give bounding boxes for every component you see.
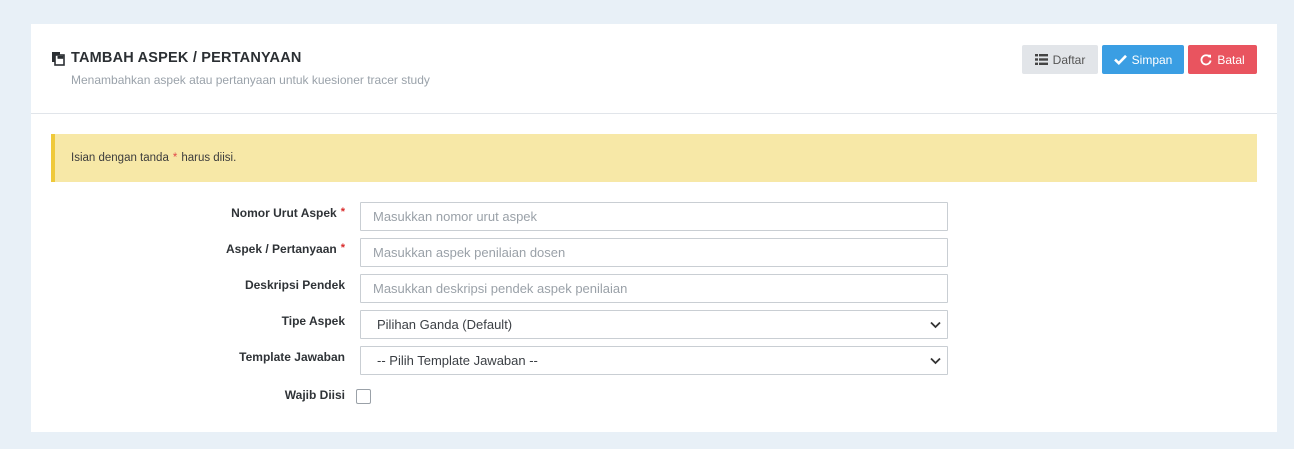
form-row-tipe: Tipe Aspek Pilihan Ganda (Default) [31, 310, 1277, 339]
title-row: TAMBAH ASPEK / PERTANYAAN [51, 50, 302, 66]
check-icon [1113, 54, 1127, 65]
nomor-urut-label-text: Nomor Urut Aspek [231, 206, 337, 220]
simpan-label: Simpan [1131, 52, 1173, 67]
panel-header: TAMBAH ASPEK / PERTANYAAN Menambahkan as… [31, 24, 1277, 114]
aspek-input[interactable]: Masukkan aspek penilaian dosen [360, 238, 948, 267]
deskripsi-label: Deskripsi Pendek [244, 278, 345, 292]
wajib-diisi-checkbox[interactable] [356, 389, 371, 404]
wajib-label: Wajib Diisi [284, 388, 345, 402]
batal-button[interactable]: Batal [1188, 45, 1257, 74]
alert-text-after: harus diisi. [181, 152, 237, 164]
form-row-template: Template Jawaban -- Pilih Template Jawab… [31, 346, 1277, 375]
chevron-down-icon [930, 321, 941, 328]
aspek-label: Aspek / Pertanyaan * [226, 242, 345, 256]
template-jawaban-select[interactable]: -- Pilih Template Jawaban -- [360, 346, 948, 375]
required-star: * [340, 242, 345, 254]
tipe-label: Tipe Aspek [281, 314, 345, 328]
nomor-urut-input[interactable]: Masukkan nomor urut aspek [360, 202, 948, 231]
form-row-aspek: Aspek / Pertanyaan * Masukkan aspek penil… [31, 238, 1277, 267]
copy-document-icon [51, 51, 65, 66]
daftar-label: Daftar [1052, 52, 1086, 67]
daftar-button[interactable]: Daftar [1022, 45, 1098, 74]
form-row-nomor-urut: Nomor Urut Aspek * Masukkan nomor urut as… [31, 202, 1277, 231]
alert-text-before: Isian dengan tanda [71, 152, 169, 164]
page-title: TAMBAH ASPEK / PERTANYAAN [71, 50, 302, 66]
simpan-button[interactable]: Simpan [1102, 45, 1184, 74]
form-row-deskripsi: Deskripsi Pendek Masukkan deskripsi pend… [31, 274, 1277, 303]
required-star: * [340, 206, 345, 218]
tipe-aspek-select[interactable]: Pilihan Ganda (Default) [360, 310, 948, 339]
required-fields-alert: Isian dengan tanda * harus diisi. [51, 134, 1257, 182]
template-selected-value: -- Pilih Template Jawaban -- [377, 353, 538, 368]
tipe-selected-value: Pilihan Ganda (Default) [377, 317, 513, 332]
page-subtitle: Menambahkan aspek atau pertanyaan untuk … [71, 73, 430, 87]
deskripsi-input[interactable]: Masukkan deskripsi pendek aspek penilaia… [360, 274, 948, 303]
form-panel: TAMBAH ASPEK / PERTANYAAN Menambahkan as… [31, 24, 1277, 432]
nomor-urut-label: Nomor Urut Aspek * [231, 206, 345, 220]
batal-label: Batal [1217, 52, 1245, 67]
list-icon [1034, 54, 1048, 65]
template-label: Template Jawaban [239, 350, 345, 364]
aspek-label-text: Aspek / Pertanyaan [226, 242, 337, 256]
chevron-down-icon [930, 357, 941, 364]
form-row-wajib: Wajib Diisi [31, 387, 1277, 416]
alert-required-marker: * [172, 152, 178, 164]
refresh-icon [1200, 53, 1212, 65]
